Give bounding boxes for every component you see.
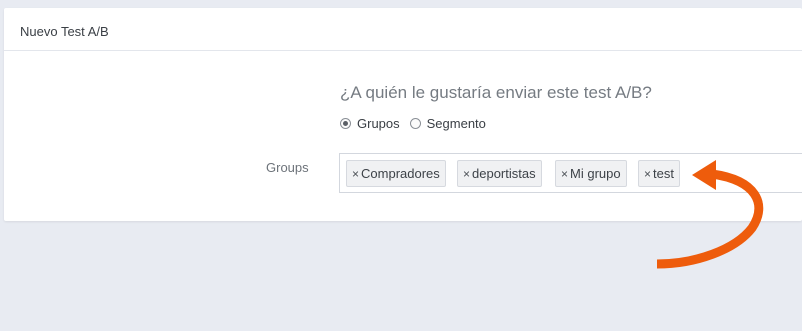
tag-remove-icon[interactable]: × <box>561 167 568 181</box>
recipient-type-radio-group: Grupos Segmento <box>340 114 486 132</box>
tag-remove-icon[interactable]: × <box>463 167 470 181</box>
radio-option-segmento[interactable]: Segmento <box>409 115 486 131</box>
tag-deportistas: × deportistas <box>457 160 542 187</box>
groups-field-label: Groups <box>266 160 309 175</box>
annotation-arrow-icon <box>656 160 764 269</box>
tag-compradores: × Compradores <box>346 160 446 187</box>
radio-grupos-label: Grupos <box>357 115 400 131</box>
tag-label: Mi grupo <box>570 166 621 181</box>
radio-segmento[interactable] <box>409 117 421 129</box>
tag-remove-icon[interactable]: × <box>352 167 359 181</box>
radio-option-grupos[interactable]: Grupos <box>340 116 400 131</box>
recipient-question: ¿A quién le gustaría enviar este test A/… <box>340 83 652 102</box>
radio-grupos[interactable] <box>340 117 351 129</box>
tag-label: Compradores <box>361 166 440 181</box>
tag-mi-grupo: × Mi grupo <box>555 160 627 187</box>
radio-segmento-label: Segmento <box>426 115 486 131</box>
card-header: Nuevo Test A/B <box>4 8 802 51</box>
card-title: Nuevo Test A/B <box>20 24 109 39</box>
tag-label: deportistas <box>472 166 536 181</box>
